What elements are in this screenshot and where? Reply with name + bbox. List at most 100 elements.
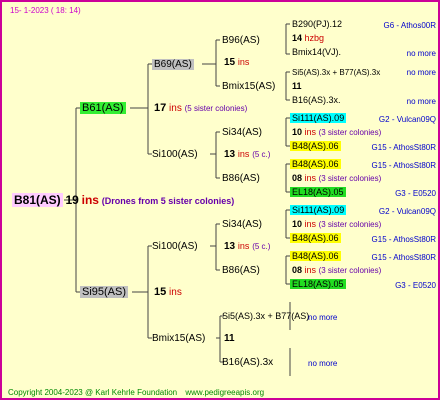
gen4-row-11[interactable]: EL18(AS).05 (290, 186, 346, 199)
gen4-name: B16(AS).3x. (292, 95, 341, 105)
gen2-ff-name: Bmix15(AS) (152, 333, 206, 344)
gen4-row-15[interactable]: B48(AS).06 (290, 250, 341, 263)
gen4-gen-17: G3 - E0520 (395, 281, 436, 290)
gen1-mother-note: (5 sister colonies) (184, 104, 248, 113)
gen1-mother[interactable]: B61(AS) (80, 102, 126, 115)
gen4-name: B48(AS).06 (290, 159, 341, 169)
gen2-mf-num: 13 (224, 149, 236, 160)
gen3-mfm[interactable]: Si34(AS) (222, 126, 262, 139)
gen2-fm[interactable]: Si100(AS) (152, 240, 198, 253)
gen4-row-5[interactable]: B16(AS).3x. (292, 94, 341, 107)
gen4-gen-3: no more (406, 68, 436, 77)
gen3-ffm[interactable]: Si5(AS).3x + B77(AS) (222, 310, 309, 323)
gen2-mf-ins: ins (237, 149, 250, 159)
gen4-gen-14: G15 - AthosSt80R (371, 235, 436, 244)
gen4-note: (3 sister colonies) (318, 128, 382, 137)
root-num: 19 (65, 193, 79, 207)
gen3-fff-note: no more (308, 359, 338, 368)
root-node[interactable]: B81(AS) 19 ins (Drones from 5 sister col… (12, 193, 235, 208)
gen4-gen-2: no more (406, 49, 436, 58)
gen2-fm-num: 13 (224, 241, 236, 252)
gen4-row-6[interactable]: Si111(AS).09 (290, 112, 347, 125)
gen1-father-ins: ins (169, 287, 182, 298)
gen3-fff[interactable]: B16(AS).3x (222, 356, 273, 369)
copyright-text: Copyright 2004-2023 @ Karl Kehrle Founda… (8, 388, 178, 397)
gen4-gen-5: no more (406, 97, 436, 106)
gen4-name: Si111(AS).09 (290, 113, 347, 123)
gen4-name: B48(AS).06 (290, 233, 341, 243)
gen4-gen-0: G6 - Athos00R (383, 21, 436, 30)
gen4-row-3[interactable]: Si5(AS).3x + B77(AS).3x (292, 66, 380, 79)
gen2-fm-info: 13 ins (5 c.) (224, 240, 270, 253)
header-date: 15- 1-2023 ( 18: 14) (10, 6, 81, 15)
gen2-mm-info: 15 ins (224, 56, 249, 69)
gen4-row-12[interactable]: Si111(AS).09 (290, 204, 347, 217)
gen4-ins: ins (304, 219, 317, 229)
gen4-num: 08 (292, 265, 303, 275)
gen1-mother-num: 17 (154, 102, 167, 114)
gen4-num: 10 (292, 127, 303, 137)
gen4-row-2[interactable]: Bmix14(VJ). (292, 46, 341, 59)
gen3-mff[interactable]: B86(AS) (222, 172, 260, 185)
gen1-father-name: Si95(AS) (80, 286, 129, 298)
gen4-gen-6: G2 - Vulcan09Q (378, 115, 436, 124)
gen4-ins: ins (304, 127, 317, 137)
gen4-name: EL18(AS).05 (290, 187, 346, 197)
gen2-fm-note: (5 c.) (252, 242, 271, 251)
gen3-fmm[interactable]: Si34(AS) (222, 218, 262, 231)
gen4-row-16: 08 ins (3 sister colonies) (292, 264, 381, 277)
gen4-row-10: 08 ins (3 sister colonies) (292, 172, 381, 185)
gen4-gen-12: G2 - Vulcan09Q (378, 207, 436, 216)
gen2-mm-ins: ins (237, 57, 250, 67)
gen4-note: (3 sister colonies) (318, 174, 382, 183)
gen4-num: 11 (292, 81, 302, 91)
gen1-mother-ins: ins (169, 103, 182, 114)
gen4-name: Bmix14(VJ). (292, 47, 342, 57)
gen2-mm-num: 15 (224, 57, 236, 68)
gen4-row-9[interactable]: B48(AS).06 (290, 158, 341, 171)
gen4-note: (3 sister colonies) (318, 220, 382, 229)
gen2-mm[interactable]: B69(AS) (152, 58, 194, 71)
gen3-ffm-note: no more (308, 313, 338, 322)
gen4-name: EL18(AS).05 (290, 279, 346, 289)
gen1-father-num: 15 (154, 286, 167, 298)
gen2-mm-name: B69(AS) (152, 59, 194, 70)
gen4-num: 08 (292, 173, 303, 183)
gen4-ins: ins (304, 173, 317, 183)
gen4-name: B290(PJ).12 (292, 19, 343, 29)
gen4-note: (3 sister colonies) (318, 266, 382, 275)
gen4-gen-8: G15 - AthosSt80R (371, 143, 436, 152)
gen2-mf[interactable]: Si100(AS) (152, 148, 198, 161)
gen4-gen-11: G3 - E0520 (395, 189, 436, 198)
gen3-fmf[interactable]: B86(AS) (222, 264, 260, 277)
gen4-num: 14 (292, 33, 303, 43)
gen4-row-17[interactable]: EL18(AS).05 (290, 278, 346, 291)
gen4-row-7: 10 ins (3 sister colonies) (292, 126, 381, 139)
gen4-num: 10 (292, 219, 303, 229)
gen4-extra: hzbg (304, 33, 325, 43)
gen1-mother-name: B61(AS) (80, 102, 126, 114)
gen3-mmm[interactable]: B96(AS) (222, 34, 260, 47)
gen4-row-4: 11 (292, 80, 302, 93)
gen1-father[interactable]: Si95(AS) (80, 286, 129, 299)
root-note: (Drones from 5 sister colonies) (101, 196, 235, 206)
gen1-father-info: 15 ins (154, 286, 182, 299)
gen4-name: Si111(AS).09 (290, 205, 347, 215)
gen4-row-0[interactable]: B290(PJ).12 (292, 18, 342, 31)
gen4-row-8[interactable]: B48(AS).06 (290, 140, 341, 153)
gen2-fm-ins: ins (237, 241, 250, 251)
gen4-gen-9: G15 - AthosSt80R (371, 161, 436, 170)
root-ins: ins (81, 193, 99, 207)
gen4-gen-15: G15 - AthosSt80R (371, 253, 436, 262)
footer-copyright: Copyright 2004-2023 @ Karl Kehrle Founda… (8, 386, 264, 398)
site-link[interactable]: www.pedigreeapis.org (185, 388, 264, 397)
gen3-mmf[interactable]: Bmix15(AS) (222, 80, 275, 93)
gen2-mf-note: (5 c.) (252, 150, 271, 159)
gen4-row-13: 10 ins (3 sister colonies) (292, 218, 381, 231)
pedigree-chart: 15- 1-2023 ( 18: 14) B81(AS) 19 ins (Dro… (0, 0, 440, 400)
gen1-mother-info: 17 ins (5 sister colonies) (154, 102, 247, 115)
gen4-row-14[interactable]: B48(AS).06 (290, 232, 341, 245)
gen4-ins: ins (304, 265, 317, 275)
gen2-mf-name: Si100(AS) (152, 149, 198, 160)
gen2-ff[interactable]: Bmix15(AS) (152, 332, 205, 345)
